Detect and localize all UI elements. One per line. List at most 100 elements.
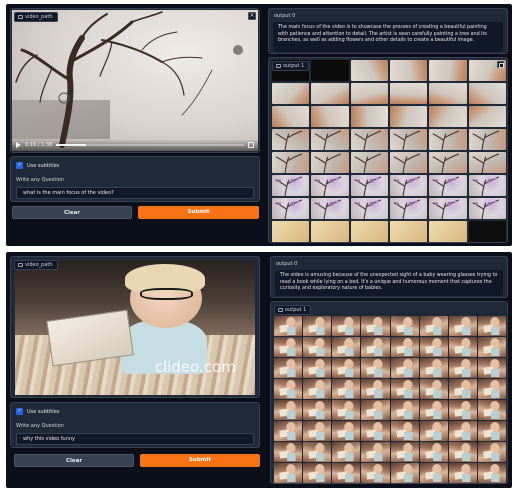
frame-thumbnail[interactable] [332,316,361,336]
frame-thumbnail[interactable] [303,379,332,399]
frame-thumbnail[interactable] [332,358,361,378]
frame-thumbnail[interactable] [311,175,349,196]
frame-thumbnail[interactable] [272,198,310,219]
frame-thumbnail[interactable] [361,442,390,462]
frame-thumbnail[interactable] [303,337,332,357]
frame-thumbnail[interactable] [390,421,419,441]
frame-thumbnail[interactable] [274,358,303,378]
frame-thumbnail[interactable] [332,337,361,357]
frame-thumbnail[interactable] [311,152,349,173]
frame-thumbnail[interactable] [419,421,448,441]
frame-thumbnail[interactable] [429,198,467,219]
frame-thumbnail[interactable] [272,175,310,196]
play-icon[interactable] [16,142,21,148]
frame-thumbnail[interactable] [468,152,506,173]
frame-thumbnail[interactable] [311,198,349,219]
frame-thumbnail[interactable] [448,463,477,483]
frame-thumbnail[interactable] [332,442,361,462]
frame-thumbnail[interactable] [389,221,428,242]
frame-thumbnail[interactable] [361,421,390,441]
frame-thumbnail[interactable] [390,379,419,399]
frame-thumbnail[interactable] [429,129,467,150]
frame-thumbnail[interactable] [419,337,448,357]
frame-thumbnail[interactable] [274,421,303,441]
video-progress-bar[interactable] [56,144,244,146]
frame-thumbnail[interactable] [419,379,448,399]
frame-thumbnail[interactable] [361,379,390,399]
frame-thumbnail[interactable] [477,358,506,378]
frame-thumbnail[interactable] [419,442,448,462]
frame-thumbnail[interactable] [390,337,419,357]
frame-thumbnail[interactable] [272,152,310,173]
frame-thumbnail[interactable] [477,379,506,399]
frame-thumbnail[interactable] [274,316,303,336]
fullscreen-icon[interactable] [248,142,254,148]
frame-thumbnail[interactable] [272,129,310,150]
frame-thumbnail[interactable] [332,421,361,441]
frame-thumbnail[interactable] [477,463,506,483]
frame-thumbnail[interactable] [468,83,506,104]
frame-thumbnail[interactable] [390,442,419,462]
submit-button[interactable]: Submit [140,454,260,467]
frame-thumbnail[interactable] [303,316,332,336]
frame-thumbnail[interactable] [350,60,388,81]
use-subtitles-row[interactable]: ✓ Use subtitles [16,162,59,169]
frame-thumbnail[interactable] [274,379,303,399]
frame-thumbnail[interactable] [468,175,506,196]
frame-thumbnail[interactable] [311,83,349,104]
frame-thumbnail[interactable] [429,221,467,242]
frame-thumbnail[interactable] [361,358,390,378]
frame-thumbnail[interactable] [272,83,310,104]
frame-thumbnail[interactable] [477,442,506,462]
frame-thumbnail[interactable] [477,316,506,336]
frame-thumbnail[interactable] [350,221,388,242]
frame-thumbnail[interactable] [303,358,332,378]
frame-thumbnail[interactable] [274,463,303,483]
frame-thumbnail[interactable] [272,106,310,127]
frame-thumbnail[interactable] [274,337,303,357]
frame-thumbnail[interactable] [468,106,506,127]
frame-thumbnail[interactable] [361,463,390,483]
frame-thumbnail[interactable] [272,221,310,242]
frame-thumbnail[interactable] [303,442,332,462]
frame-thumbnail[interactable] [350,129,388,150]
frame-thumbnail[interactable] [389,106,428,127]
frame-thumbnail[interactable] [350,198,388,219]
video-player[interactable]: 0:16 / 1:38 [12,10,258,151]
submit-button[interactable]: Submit [138,206,259,219]
frame-thumbnail[interactable] [361,316,390,336]
clear-video-button[interactable]: × [248,12,256,20]
frame-thumbnail[interactable] [468,198,506,219]
frame-thumbnail[interactable] [390,463,419,483]
frame-thumbnail[interactable] [274,400,303,420]
frame-thumbnail[interactable] [429,175,467,196]
frame-thumbnail[interactable] [311,221,349,242]
question-input[interactable]: what is the main focus of the video? [16,187,254,199]
frame-thumbnail[interactable] [468,221,506,242]
frame-thumbnail[interactable] [448,421,477,441]
frame-thumbnail[interactable] [448,316,477,336]
frame-thumbnail[interactable] [477,400,506,420]
frame-thumbnail[interactable] [419,400,448,420]
frame-thumbnail[interactable] [419,316,448,336]
frame-thumbnail[interactable] [448,337,477,357]
frame-thumbnail[interactable] [448,358,477,378]
frame-thumbnail[interactable] [332,463,361,483]
expand-gallery-icon[interactable] [497,61,504,68]
frame-thumbnail[interactable] [429,60,467,81]
use-subtitles-checkbox[interactable]: ✓ [16,408,23,415]
question-input[interactable]: why this video funny [16,433,254,445]
frame-thumbnail[interactable] [311,129,349,150]
frame-thumbnail[interactable] [448,442,477,462]
clear-button[interactable]: Clear [14,454,134,467]
frame-thumbnail[interactable] [390,316,419,336]
frame-thumbnail[interactable] [311,60,349,81]
frame-thumbnail[interactable] [361,337,390,357]
frame-thumbnail[interactable] [350,106,388,127]
frame-thumbnail[interactable] [350,175,388,196]
frame-thumbnail[interactable] [389,60,428,81]
frame-thumbnail[interactable] [477,421,506,441]
frame-thumbnail[interactable] [477,337,506,357]
frame-thumbnail[interactable] [303,421,332,441]
frame-thumbnail[interactable] [311,106,349,127]
